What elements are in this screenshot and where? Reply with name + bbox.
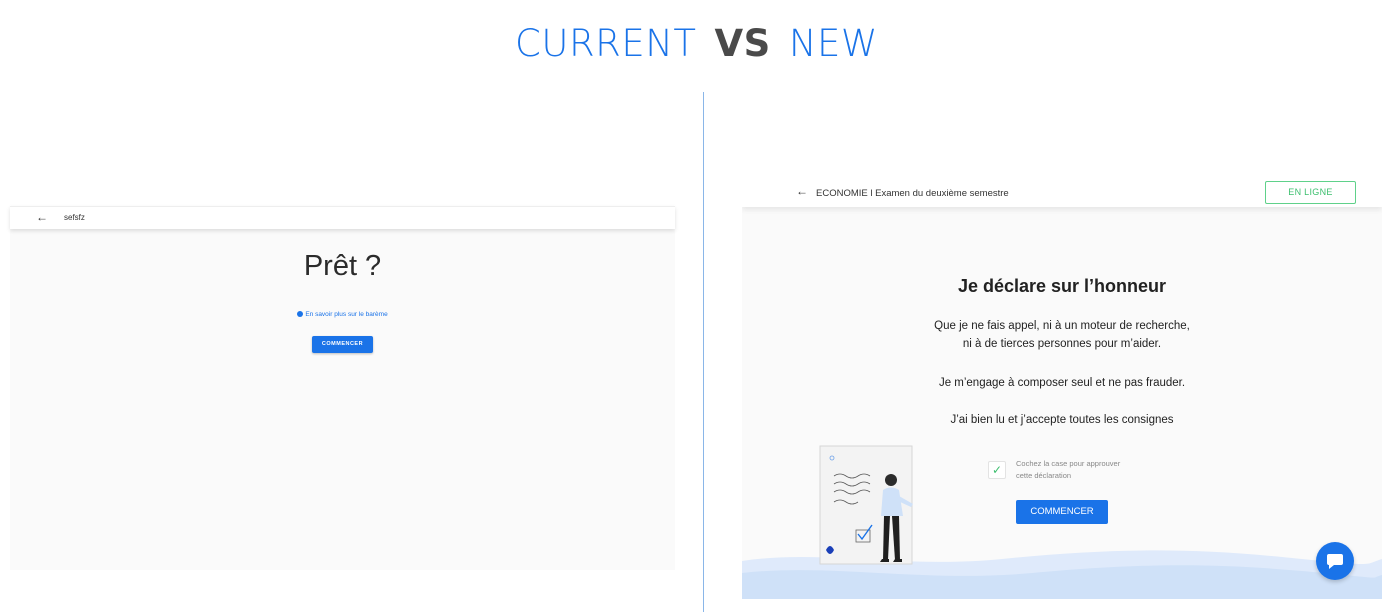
declaration-paragraph-3: J’ai bien lu et j’accepte toutes les con… (950, 414, 1174, 426)
new-topbar-title: ECONOMIE l Examen du deuxième semestre (816, 188, 1009, 199)
current-start-button[interactable]: COMMENCER (312, 336, 373, 353)
status-badge: EN LIGNE (1265, 181, 1356, 204)
current-topbar: ← sefsfz (10, 206, 675, 229)
back-arrow-icon[interactable]: ← (36, 210, 48, 224)
checkbox-label-line-1: Cochez la case pour approuver (1016, 459, 1121, 468)
back-arrow-icon[interactable]: ← (796, 184, 808, 198)
new-topbar: ← ECONOMIE l Examen du deuxième semestre… (742, 178, 1382, 207)
declaration-paragraph-1: Que je ne fais appel, ni à un moteur de … (742, 317, 1382, 353)
chat-icon (1327, 554, 1343, 569)
checkbox-label: Cochez la case pour approuver cette décl… (1016, 458, 1156, 482)
declaration-paragraph-2: Je m’engage à composer seul et ne pas fr… (938, 377, 1186, 389)
title-current: CURRENT (515, 22, 697, 65)
title-vs: VS (714, 22, 771, 65)
comparison-title: CURRENT VS NEW (0, 22, 1393, 65)
declaration-line-2: ni à de tierces personnes pour m’aider. (962, 338, 1162, 350)
checkbox-label-line-2: cette déclaration (1016, 471, 1072, 480)
current-screen: ← sefsfz Prêt ? En savoir plus sur le ba… (10, 206, 675, 570)
chat-button[interactable] (1316, 542, 1354, 580)
current-info-link-text: En savoir plus sur le barème (305, 311, 388, 318)
checkmark-icon: ✓ (991, 463, 1003, 477)
new-start-button[interactable]: COMMENCER (1016, 500, 1108, 524)
info-icon (297, 311, 304, 318)
vertical-divider (703, 92, 704, 612)
current-topbar-title: sefsfz (64, 213, 85, 222)
declaration-line-1: Que je ne fais appel, ni à un moteur de … (934, 320, 1190, 332)
current-heading: Prêt ? (303, 250, 382, 282)
title-new: NEW (788, 22, 878, 65)
declaration-checkbox[interactable]: ✓ (988, 461, 1006, 479)
new-screen: ← ECONOMIE l Examen du deuxième semestre… (742, 178, 1382, 599)
illustration-person-document (819, 445, 913, 565)
current-info-link[interactable]: En savoir plus sur le barème (10, 311, 675, 318)
new-heading: Je déclare sur l’honneur (957, 276, 1167, 296)
